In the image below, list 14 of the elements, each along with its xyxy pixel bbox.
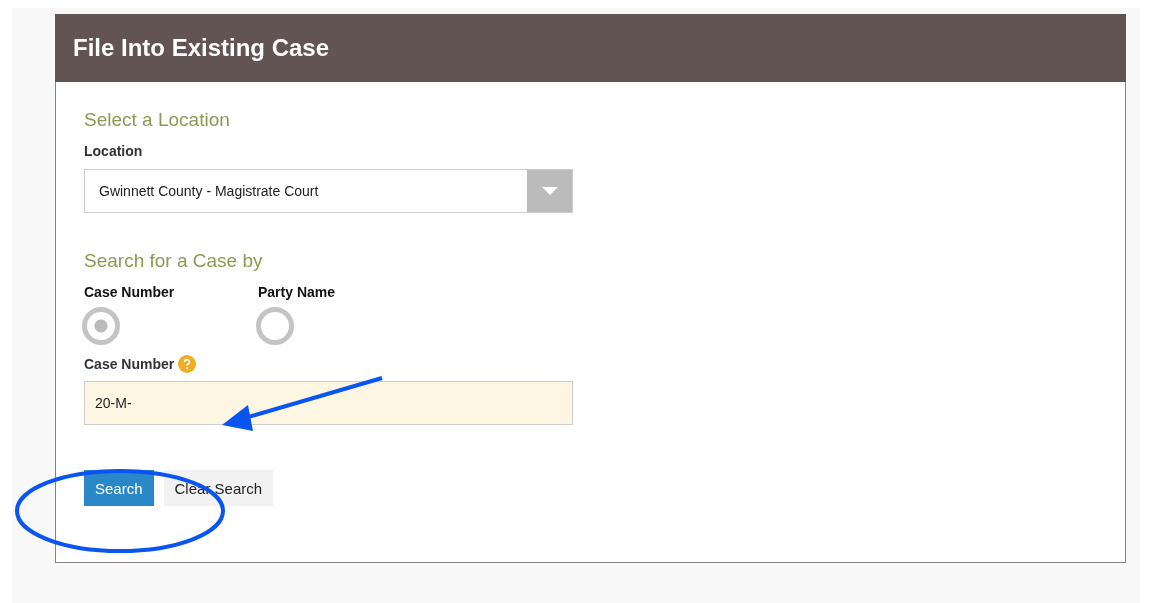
panel-title: File Into Existing Case xyxy=(73,34,330,62)
radio-button[interactable] xyxy=(256,307,294,345)
radio-button[interactable] xyxy=(82,307,120,345)
field-label: Case Number xyxy=(84,356,175,372)
section-heading: Select a Location xyxy=(84,109,231,132)
location-select[interactable]: Gwinnett County - Magistrate Court xyxy=(84,169,573,213)
section-heading: Search for a Case by xyxy=(84,250,264,273)
case-number-field[interactable]: 20-M- xyxy=(84,381,573,425)
dropdown-button[interactable] xyxy=(527,170,572,212)
radio-label: Party Name xyxy=(258,284,337,302)
field-label: Location xyxy=(84,143,144,161)
help-icon[interactable] xyxy=(178,355,197,373)
caret-icon xyxy=(541,186,558,196)
radio-label: Case Number xyxy=(84,284,176,302)
